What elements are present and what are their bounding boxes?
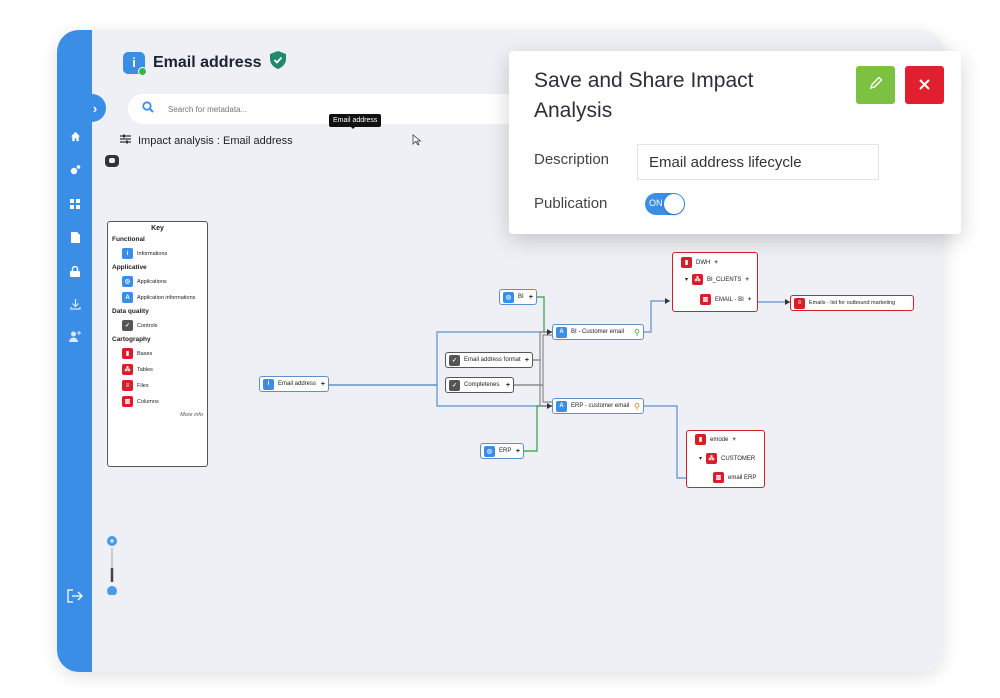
- application-information-icon: A: [556, 326, 567, 338]
- node-label: ERP: [499, 448, 512, 454]
- node-label: Email address format: [464, 357, 521, 363]
- file-icon: ≡: [794, 297, 805, 309]
- pencil-icon: [869, 75, 883, 95]
- save-share-dialog: Save and Share Impact Analysis Descripti…: [509, 51, 961, 234]
- publication-toggle[interactable]: ON: [645, 193, 685, 215]
- table-row: ▾ ⁂ BI_CLIENTS +: [685, 274, 749, 285]
- node-label: ERP - customer email: [571, 403, 630, 409]
- outbound-file-node[interactable]: ≡ Emails - list for outbound marketing: [790, 295, 914, 311]
- email-format-control-node[interactable]: ✓ Email address format +: [445, 352, 533, 368]
- base-label: emode: [710, 436, 729, 443]
- edit-button[interactable]: [856, 66, 895, 104]
- erp-customer-email-node[interactable]: A ERP - customer email ⚲: [552, 398, 644, 414]
- erp-application-node[interactable]: ◎ ERP +: [480, 443, 524, 459]
- expand-plus[interactable]: +: [525, 357, 529, 364]
- base-row: ▮ emode +: [695, 434, 736, 445]
- application-icon: ◎: [484, 445, 495, 457]
- bi-customer-email-node[interactable]: A BI - Customer email ⚲: [552, 324, 644, 340]
- bi-application-node[interactable]: ◎ BI +: [499, 289, 537, 305]
- expand-plus[interactable]: +: [516, 448, 520, 455]
- expand-plus[interactable]: +: [714, 260, 718, 266]
- expand-plus[interactable]: +: [732, 437, 736, 443]
- search-check-icon: ⚲: [634, 327, 640, 337]
- email-address-node[interactable]: i Email address +: [259, 376, 329, 392]
- table-icon: ⁂: [706, 453, 718, 464]
- search-warning-icon: ⚲: [634, 401, 640, 411]
- publication-label: Publication: [534, 195, 608, 212]
- column-label: EMAIL - BI: [715, 296, 744, 303]
- node-label: Email address: [278, 381, 317, 387]
- description-field[interactable]: [637, 144, 879, 180]
- table-icon: ⁂: [692, 274, 704, 285]
- caret-down-icon: ▾: [685, 277, 689, 283]
- application-information-icon: A: [556, 400, 567, 412]
- zoom-slider[interactable]: [105, 535, 119, 595]
- table-row: ▾ ⁂ CUSTOMER: [699, 453, 755, 464]
- emode-base-group[interactable]: ▮ emode + ▾ ⁂ CUSTOMER ▥ email ERP: [686, 430, 765, 488]
- database-icon: ▮: [695, 434, 706, 445]
- base-row: ▮ DWH +: [681, 257, 718, 268]
- dialog-title: Save and Share Impact Analysis: [534, 69, 754, 122]
- expand-plus[interactable]: +: [745, 277, 749, 283]
- column-icon: ▥: [713, 472, 724, 483]
- table-label: BI_CLIENTS: [707, 276, 742, 283]
- control-icon: ✓: [449, 379, 460, 391]
- toggle-label: ON: [649, 198, 663, 208]
- table-label: CUSTOMER: [721, 455, 756, 462]
- information-icon: i: [263, 378, 274, 390]
- node-label: Completenes: [464, 382, 500, 388]
- control-icon: ✓: [449, 354, 460, 366]
- close-icon: [919, 75, 930, 95]
- column-icon: ▥: [700, 294, 711, 305]
- application-icon: ◎: [503, 291, 514, 303]
- column-row: ▥ EMAIL - BI +: [700, 294, 751, 305]
- node-label: BI - Customer email: [571, 329, 625, 335]
- close-button[interactable]: [905, 66, 944, 104]
- expand-plus[interactable]: +: [506, 382, 510, 389]
- column-row: ▥ email ERP: [713, 472, 756, 483]
- column-label: email ERP: [728, 474, 757, 481]
- node-label: Emails - list for outbound marketing: [809, 300, 896, 306]
- base-label: DWH: [696, 259, 711, 266]
- toggle-knob: [664, 194, 684, 214]
- expand-plus[interactable]: +: [748, 297, 752, 303]
- expand-plus[interactable]: +: [529, 294, 533, 301]
- database-icon: ▮: [681, 257, 692, 268]
- node-label: BI: [518, 294, 524, 300]
- expand-plus[interactable]: +: [321, 381, 325, 388]
- completeness-control-node[interactable]: ✓ Completenes +: [445, 377, 514, 393]
- caret-down-icon: ▾: [699, 456, 703, 462]
- zoom-out-icon: [107, 586, 117, 595]
- dwh-base-group[interactable]: ▮ DWH + ▾ ⁂ BI_CLIENTS + ▥ EMAIL - BI +: [672, 252, 758, 312]
- description-label: Description: [534, 151, 610, 168]
